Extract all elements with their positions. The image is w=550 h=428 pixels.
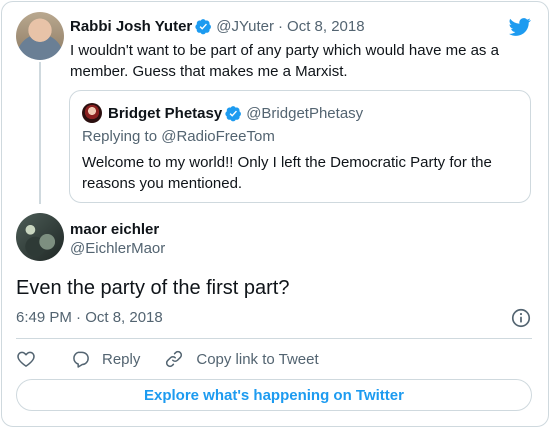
copy-link-button[interactable]: Copy link to Tweet (164, 349, 319, 369)
like-button[interactable] (16, 349, 36, 369)
reply-button[interactable]: Reply (70, 349, 140, 369)
parent-author-handle[interactable]: @JYuter (216, 18, 274, 35)
quoted-author-name: Bridget Phetasy (108, 104, 223, 122)
main-author-handle[interactable]: @EichlerMaor (70, 240, 165, 257)
twitter-bird-icon[interactable] (509, 16, 531, 38)
verified-badge-icon (195, 18, 212, 34)
parent-tweet-date[interactable]: Oct 8, 2018 (287, 18, 365, 35)
heart-icon (17, 351, 35, 367)
tweet-timestamp[interactable]: 6:49 PM · Oct 8, 2018 (16, 309, 163, 326)
explore-label: Explore what's happening on Twitter (144, 386, 404, 404)
link-icon (166, 350, 183, 368)
verified-badge-icon (225, 105, 242, 121)
main-tweet-text: Even the party of the first part? (16, 277, 290, 299)
thread-connector-line (39, 62, 41, 204)
quoted-tweet[interactable]: Bridget Phetasy @BridgetPhetasy Replying… (69, 90, 531, 203)
copy-link-label: Copy link to Tweet (196, 350, 319, 368)
parent-author-name[interactable]: Rabbi Josh Yuter (70, 18, 192, 35)
reply-label: Reply (102, 350, 141, 368)
avatar-maor-eichler[interactable] (16, 213, 64, 261)
tweet-actions-bar: Reply Copy link to Tweet (16, 347, 319, 371)
quoted-author-handle: @BridgetPhetasy (246, 104, 364, 122)
quoted-tweet-header: Bridget Phetasy @BridgetPhetasy (108, 103, 363, 123)
reply-bubble-icon (73, 351, 89, 368)
main-author-name[interactable]: maor eichler (70, 221, 159, 238)
header-separator: · (278, 17, 284, 35)
quoted-tweet-text: Welcome to my world!! Only I left the De… (82, 154, 492, 192)
explore-twitter-button[interactable]: Explore what's happening on Twitter (16, 379, 532, 411)
replying-to-text: Replying to @RadioFreeTom (82, 128, 275, 145)
info-icon[interactable] (510, 307, 532, 329)
parent-tweet-text: I wouldn't want to be part of any party … (70, 42, 499, 80)
avatar-rabbi-josh-yuter[interactable] (16, 12, 64, 60)
avatar-bridget-phetasy (82, 103, 102, 123)
actions-divider (16, 338, 532, 339)
parent-tweet-header: Rabbi Josh Yuter @JYuter · Oct 8, 2018 (70, 16, 365, 36)
